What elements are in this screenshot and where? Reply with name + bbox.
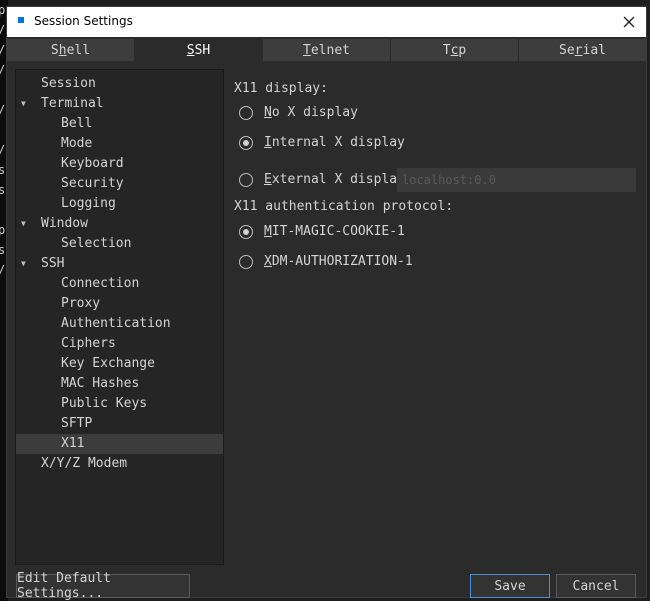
tree-item-window[interactable]: ▼ Window	[16, 214, 223, 234]
tree-item-label: Key Exchange	[61, 356, 155, 371]
tree-item-label: Logging	[61, 196, 116, 211]
expand-arrow-icon[interactable]: ▼	[21, 214, 26, 234]
tree-item-label: Terminal	[41, 96, 104, 111]
mit-magic-cookie-label[interactable]: MIT-MAGIC-COOKIE-1	[264, 224, 405, 239]
external-display-radio[interactable]	[239, 173, 253, 187]
tree-item-key-exchange[interactable]: Key Exchange	[16, 354, 223, 374]
tab-bar: Sh ell S SH Telnet Tcp Se r ial	[7, 39, 646, 61]
tree-item-label: Session	[41, 76, 96, 91]
tree-item-label: MAC Hashes	[61, 376, 140, 391]
tree-item-mode[interactable]: Mode	[16, 134, 223, 154]
tree-item-proxy[interactable]: Proxy	[16, 294, 223, 314]
close-icon	[623, 16, 635, 28]
external-display-label[interactable]: External X display	[264, 172, 405, 187]
tree-item-bell[interactable]: Bell	[16, 114, 223, 134]
tree-item-label: Proxy	[61, 296, 101, 311]
tree-item-selection[interactable]: Selection	[16, 234, 223, 254]
close-button[interactable]	[612, 7, 646, 37]
tree-item-label: Authentication	[61, 316, 171, 331]
session-settings-dialog: Session Settings Sh ell S SH Telnet Tcp Se…	[6, 6, 647, 601]
tree-item-label: X11	[61, 436, 85, 451]
tree-item-label: Public Keys	[61, 396, 148, 411]
mit-magic-cookie-radio[interactable]	[239, 225, 253, 239]
expand-arrow-icon[interactable]: ▼	[21, 254, 26, 274]
x11-display-label: X11 display:	[234, 81, 328, 96]
tree-item-session[interactable]: Session	[16, 74, 223, 94]
xdm-authorization-label[interactable]: XDM-AUTHORIZATION-1	[264, 254, 413, 269]
tree-item-logging[interactable]: Logging	[16, 194, 223, 214]
tree-item-mac-hashes[interactable]: MAC Hashes	[16, 374, 223, 394]
tree-item-terminal[interactable]: ▼ Terminal	[16, 94, 223, 114]
tree-item-label: Selection	[61, 236, 132, 251]
settings-tree: Session ▼ Terminal Bell Mode Keyboard Sec…	[15, 69, 224, 565]
internal-display-radio[interactable]	[239, 136, 253, 150]
expand-arrow-icon[interactable]: ▼	[21, 94, 26, 114]
title-bar: Session Settings	[7, 7, 646, 37]
tree-item-x11[interactable]: X11	[16, 434, 223, 454]
tab-tcp[interactable]: Tcp	[391, 39, 519, 61]
tree-item-sftp[interactable]: SFTP	[16, 414, 223, 434]
tree-item-security[interactable]: Security	[16, 174, 223, 194]
tree-item-label: SFTP	[61, 416, 93, 431]
tree-item-xyz-modem[interactable]: X/Y/Z Modem	[16, 454, 223, 474]
tree-item-label: Window	[41, 216, 88, 231]
tree-item-label: SSH	[41, 256, 65, 271]
tree-item-public-keys[interactable]: Public Keys	[16, 394, 223, 414]
tree-item-label: Bell	[61, 116, 93, 131]
x11-settings-panel: X11 display: No X display Internal X dis…	[225, 69, 638, 565]
dialog-title: Session Settings	[34, 14, 133, 28]
tree-item-label: Mode	[61, 136, 93, 151]
xdm-authorization-radio[interactable]	[239, 255, 253, 269]
x11-auth-label: X11 authentication protocol:	[234, 199, 454, 214]
tab-telnet[interactable]: Telnet	[263, 39, 391, 61]
no-display-label[interactable]: No X display	[264, 105, 358, 120]
tree-item-label: Security	[61, 176, 124, 191]
tree-item-keyboard[interactable]: Keyboard	[16, 154, 223, 174]
tree-item-ciphers[interactable]: Ciphers	[16, 334, 223, 354]
cancel-button[interactable]: Cancel	[556, 574, 636, 598]
external-display-field[interactable]	[397, 168, 636, 192]
internal-display-label[interactable]: Internal X display	[264, 135, 405, 150]
edit-default-settings-button[interactable]: Edit Default Settings...	[16, 571, 190, 601]
tree-item-ssh[interactable]: ▼ SSH	[16, 254, 223, 274]
save-button[interactable]: Save	[470, 574, 550, 598]
tab-serial[interactable]: Se r ial	[519, 39, 646, 61]
tab-ssh[interactable]: S SH	[135, 39, 263, 61]
tab-shell[interactable]: Sh ell	[7, 39, 135, 61]
tree-item-label: Connection	[61, 276, 140, 291]
tree-item-label: Keyboard	[61, 156, 124, 171]
tree-item-label: Ciphers	[61, 336, 116, 351]
no-display-radio[interactable]	[239, 106, 253, 120]
app-icon	[18, 17, 24, 23]
tree-item-label: X/Y/Z Modem	[41, 456, 128, 471]
tree-item-connection[interactable]: Connection	[16, 274, 223, 294]
tree-item-authentication[interactable]: Authentication	[16, 314, 223, 334]
